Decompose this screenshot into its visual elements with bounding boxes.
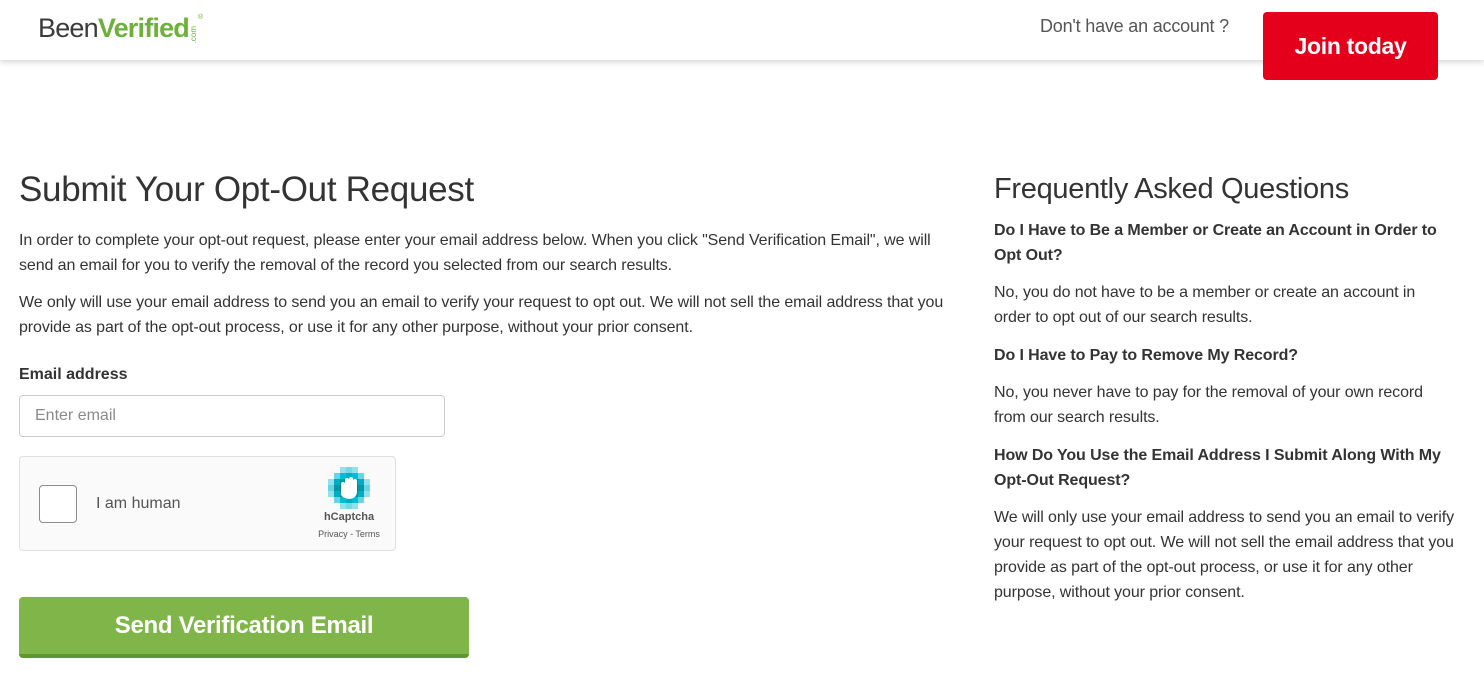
email-label: Email address (19, 366, 128, 383)
logo-registered-mark: ® (198, 14, 204, 21)
logo-text-com: .com (189, 26, 199, 44)
faq-question: Do I Have to Be a Member or Create an Ac… (994, 222, 1437, 264)
hcaptcha-brand-text: hCaptcha (323, 511, 375, 523)
faq-answer: No, you do not have to be a member or cr… (994, 284, 1416, 326)
faq-question: Do I Have to Pay to Remove My Record? (994, 347, 1298, 364)
privacy-paragraph: We only will use your email address to s… (19, 294, 944, 336)
hcaptcha-widget: I am human hCaptcha Privacy - Terms (19, 456, 396, 551)
captcha-checkbox[interactable] (39, 485, 77, 523)
instructions-paragraph: In order to complete your opt-out reques… (19, 232, 931, 274)
faq-title: Frequently Asked Questions (994, 173, 1349, 205)
logo-text-been: Been (38, 13, 99, 43)
join-today-button[interactable]: Join today (1263, 12, 1438, 80)
faq-question: How Do You Use the Email Address I Submi… (994, 447, 1441, 489)
page-title: Submit Your Opt-Out Request (19, 170, 474, 209)
hcaptcha-logo-icon (328, 467, 370, 509)
logo-text-verified: Verified (97, 13, 190, 43)
beenverified-logo[interactable]: Been Verified .com ® (38, 8, 203, 48)
account-question-text: Don't have an account ? (1040, 16, 1229, 36)
email-input[interactable] (19, 395, 445, 437)
send-verification-email-button[interactable]: Send Verification Email (19, 597, 469, 658)
hcaptcha-privacy-terms-links[interactable]: Privacy - Terms (308, 529, 390, 539)
faq-answer: No, you never have to pay for the remova… (994, 384, 1423, 426)
site-header: Been Verified .com ® Don't have an accou… (0, 0, 1484, 60)
captcha-label: I am human (96, 495, 181, 512)
faq-answer: We will only use your email address to s… (994, 509, 1454, 601)
